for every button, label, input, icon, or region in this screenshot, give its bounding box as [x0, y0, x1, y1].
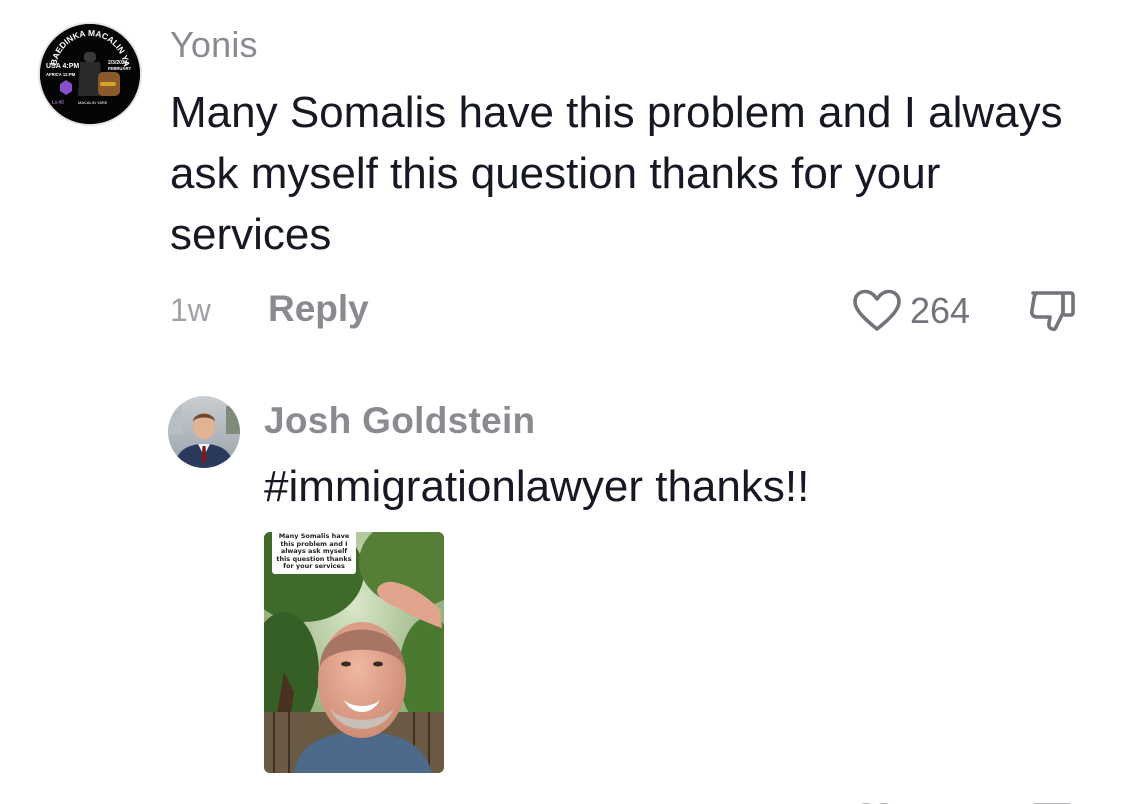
heart-icon[interactable] [855, 798, 895, 804]
avatar[interactable]: BAEDINKA MACALIN YARE USA 4:PM AFRICA 12… [38, 22, 142, 126]
comment-item: BAEDINKA MACALIN YARE USA 4:PM AFRICA 12… [0, 0, 1125, 360]
thumbs-down-icon[interactable] [1033, 798, 1073, 804]
comment-timestamp: 1w [170, 292, 211, 328]
video-thumbnail[interactable]: Many Somalis have this problem and I alw… [264, 532, 444, 773]
reply-button[interactable]: Reply [268, 288, 369, 330]
like-count: 264 [910, 290, 971, 331]
comments-page: BAEDINKA MACALIN YARE USA 4:PM AFRICA 12… [0, 0, 1125, 804]
comment-text: Many Somalis have this problem and I alw… [170, 88, 1063, 259]
avatar-text-bottom: MACALIN YARE [78, 100, 108, 105]
avatar-text-right2: FEBRUARY [108, 66, 131, 71]
reply-username[interactable]: Josh Goldstein [264, 400, 535, 442]
reply-text: #immigrationlawyer thanks!! [264, 462, 810, 511]
avatar[interactable] [168, 396, 240, 468]
comment-username[interactable]: Yonis [170, 24, 258, 66]
avatar-text-left2: AFRICA 12:PM [46, 72, 76, 77]
thumbs-down-icon[interactable] [1027, 289, 1077, 333]
heart-icon[interactable] [852, 289, 902, 333]
avatar-text-left: USA 4:PM [46, 63, 79, 70]
avatar-badge-text: Lv.40 [52, 100, 64, 106]
video-caption: Many Somalis have this problem and I alw… [272, 532, 356, 574]
